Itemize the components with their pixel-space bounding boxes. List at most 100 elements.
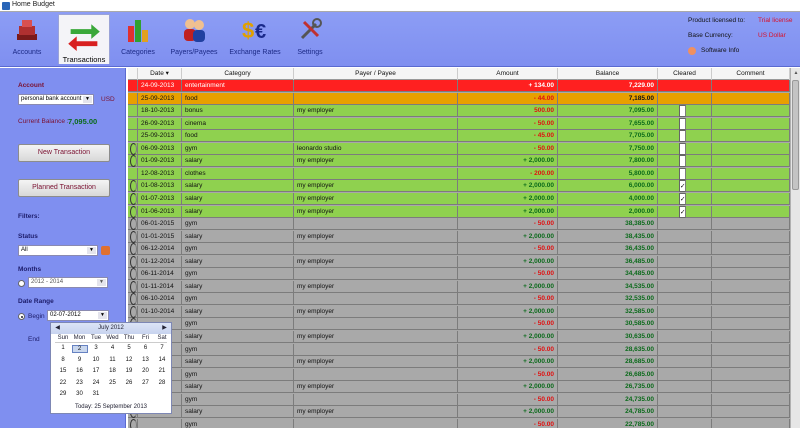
date-range-radio[interactable] (18, 313, 25, 320)
cleared-checkbox[interactable] (679, 105, 686, 118)
cleared-checkbox[interactable] (679, 117, 686, 130)
table-row[interactable]: 01-12-2014 salary my employer + 2,000.00 36,… (128, 255, 790, 268)
table-row[interactable]: gym - 50.00 28,635.00 (128, 343, 790, 356)
col-cleared[interactable]: Cleared (658, 68, 712, 80)
calendar-day[interactable]: 2 (71, 345, 88, 353)
table-row[interactable]: gym - 50.00 26,685.00 (128, 368, 790, 381)
calendar-day[interactable]: 12 (121, 357, 137, 363)
table-row[interactable]: salary my employer + 2,000.00 30,635.00 (128, 331, 790, 343)
calendar-day[interactable]: 15 (55, 368, 71, 374)
info-icon[interactable] (688, 47, 696, 55)
calendar-day[interactable]: 9 (72, 357, 88, 363)
software-info-link[interactable]: Software Info (701, 47, 739, 54)
calendar-day[interactable]: 16 (72, 368, 88, 374)
scroll-up-icon[interactable]: ▲ (791, 68, 800, 78)
categories-button[interactable]: Categories (116, 14, 160, 64)
calendar-day[interactable]: 13 (138, 357, 154, 363)
amount-cell: + 2,000.00 (458, 331, 558, 343)
payers-payees-button[interactable]: Payers/Payees (167, 14, 221, 64)
calendar-day[interactable]: 3 (88, 345, 104, 351)
planned-transaction-button[interactable]: Planned Transaction (18, 179, 110, 197)
calendar-day[interactable]: 10 (88, 357, 104, 363)
accounts-button[interactable]: Accounts (5, 14, 49, 64)
calendar-day[interactable]: 5 (121, 345, 137, 351)
calendar-day[interactable]: 11 (105, 357, 121, 363)
calendar-day[interactable]: 26 (121, 380, 137, 386)
begin-date-picker[interactable]: 02-07-2012 ▼ (47, 310, 109, 321)
col-comment[interactable]: Comment (712, 68, 790, 80)
table-row[interactable]: gym - 50.00 22,785.00 (128, 418, 790, 428)
account-select[interactable]: personal bank account ▼ (18, 94, 94, 105)
table-row[interactable]: 06-01-2015 gym - 50.00 38,385.00 (128, 218, 790, 231)
table-row[interactable]: 01-08-2013 salary my employer + 2,000.00 6,0… (128, 180, 790, 193)
calendar-day[interactable]: 25 (105, 380, 121, 386)
table-row[interactable]: 25-09-2013 food - 45.00 7,705.00 (128, 130, 790, 143)
calendar-month-title[interactable]: July 2012 (51, 325, 171, 331)
calendar-day[interactable]: 8 (55, 357, 71, 363)
table-row[interactable]: 24-09-2013 entertainment + 134.00 7,229.00 (128, 80, 790, 92)
cleared-checkbox[interactable]: ✓ (679, 192, 686, 205)
table-row[interactable]: 01-11-2014 salary my employer + 2,000.00 34,… (128, 280, 790, 293)
months-select[interactable]: 2012 - 2014 ▼ (28, 277, 108, 288)
cleared-checkbox[interactable] (679, 167, 686, 180)
table-row[interactable]: 26-09-2013 cinema - 50.00 7,655.00 (128, 117, 790, 130)
calendar-day[interactable]: 22 (55, 380, 71, 386)
calendar-day[interactable]: 28 (154, 380, 170, 386)
calendar-day[interactable]: 7 (154, 345, 170, 351)
table-row[interactable]: 01-06-2013 salary my employer + 2,000.00 2,0… (128, 205, 790, 218)
calendar-day[interactable]: 30 (72, 391, 88, 397)
transactions-button[interactable]: Transactions (58, 14, 110, 64)
calendar-today-link[interactable]: Today: 25 September 2013 (51, 404, 171, 410)
months-radio[interactable] (18, 280, 25, 287)
amount-cell: + 2,000.00 (458, 305, 558, 318)
table-row[interactable]: 06-12-2014 gym - 50.00 36,435.00 (128, 243, 790, 256)
table-row[interactable]: salary my employer + 2,000.00 24,785.00 (128, 406, 790, 419)
grid-scrollbar[interactable]: ▲ (790, 68, 800, 428)
calendar-day[interactable]: 6 (138, 345, 154, 351)
col-category[interactable]: Category (182, 68, 294, 80)
table-row[interactable]: 01-10-2014 salary my employer + 2,000.00 32,… (128, 305, 790, 318)
calendar-day[interactable]: 19 (121, 368, 137, 374)
table-row[interactable]: gym - 50.00 24,735.00 (128, 393, 790, 406)
calendar-day[interactable]: 1 (55, 345, 71, 351)
cleared-checkbox[interactable]: ✓ (679, 180, 686, 193)
calendar-day[interactable]: 17 (88, 368, 104, 374)
table-row[interactable]: 12-08-2013 clothes - 200.00 5,800.00 (128, 167, 790, 180)
table-row[interactable]: 01-09-2013 salary my employer + 2,000.00 7,8… (128, 155, 790, 168)
exchange-rates-button[interactable]: $ € Exchange Rates (228, 14, 282, 64)
table-row[interactable]: salary my employer + 2,000.00 28,685.00 (128, 356, 790, 369)
calendar-day[interactable]: 29 (55, 391, 71, 397)
status-filter-icon[interactable] (101, 246, 110, 255)
calendar-day[interactable]: 27 (138, 380, 154, 386)
table-row[interactable]: 18-10-2013 bonus my employer 500.00 7,095.00 (128, 105, 790, 118)
new-transaction-button[interactable]: New Transaction (18, 144, 110, 162)
table-row[interactable]: 25-09-2013 food - 44.00 7,185.00 (128, 92, 790, 105)
table-row[interactable]: 01-07-2013 salary my employer + 2,000.00 4,0… (128, 192, 790, 205)
col-payer[interactable]: Payer / Payee (294, 68, 458, 80)
col-date[interactable]: Date ▾ (138, 68, 182, 80)
cleared-checkbox[interactable]: ✓ (679, 205, 686, 218)
calendar-day[interactable]: 20 (138, 368, 154, 374)
cleared-checkbox[interactable] (679, 155, 686, 168)
cleared-checkbox[interactable] (679, 130, 686, 143)
col-balance[interactable]: Balance (558, 68, 658, 80)
calendar-day[interactable]: 31 (88, 391, 104, 397)
calendar-day[interactable]: 4 (105, 345, 121, 351)
calendar-day[interactable]: 24 (88, 380, 104, 386)
table-row[interactable]: 06-11-2014 gym - 50.00 34,485.00 (128, 268, 790, 281)
status-select[interactable]: All ▼ (18, 245, 98, 256)
table-row[interactable]: 06-09-2013 gym leonardo studio - 50.00 7,750… (128, 142, 790, 155)
next-month-button[interactable]: ▶ (161, 325, 168, 332)
calendar-day[interactable]: 21 (154, 368, 170, 374)
scroll-thumb[interactable] (792, 80, 799, 190)
settings-button[interactable]: Settings (290, 14, 330, 64)
calendar-day[interactable]: 18 (105, 368, 121, 374)
calendar-day[interactable]: 14 (154, 357, 170, 363)
table-row[interactable]: 06-10-2014 gym - 50.00 32,535.00 (128, 293, 790, 306)
table-row[interactable]: gym - 50.00 30,585.00 (128, 318, 790, 331)
cleared-checkbox[interactable] (679, 142, 686, 155)
col-amount[interactable]: Amount (458, 68, 558, 80)
table-row[interactable]: 01-01-2015 salary my employer + 2,000.00 38,… (128, 230, 790, 243)
calendar-day[interactable]: 23 (72, 380, 88, 386)
table-row[interactable]: salary my employer + 2,000.00 26,735.00 (128, 381, 790, 394)
